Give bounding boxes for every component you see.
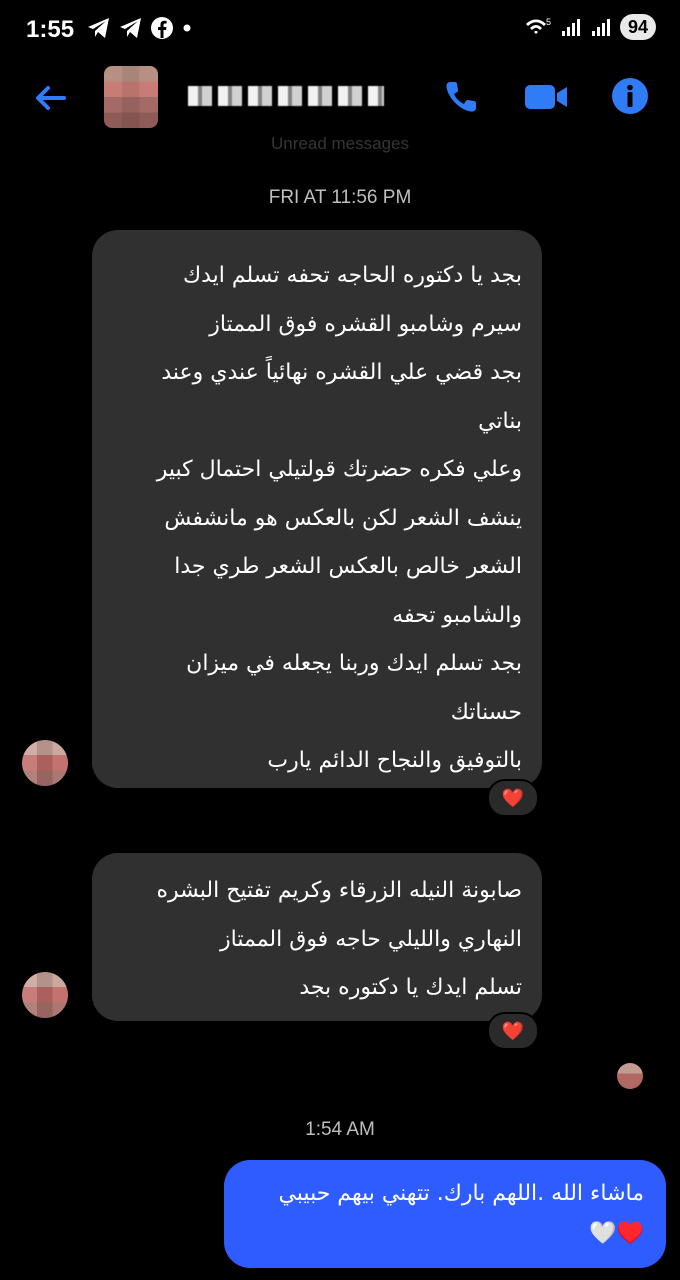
message-line: النهاري والليلي حاجه فوق الممتاز bbox=[220, 926, 522, 952]
notification-icons bbox=[86, 16, 194, 40]
telegram-icon bbox=[88, 18, 109, 38]
network-type-label: 5 bbox=[546, 17, 551, 27]
message-text: ماشاء الله .اللهم بارك. تتهني بيهم حبيبي… bbox=[278, 1174, 644, 1254]
dot-icon bbox=[183, 24, 191, 32]
facebook-icon bbox=[151, 17, 173, 39]
timestamp: FRI AT 11:56 PM bbox=[268, 187, 412, 208]
sender-avatar[interactable] bbox=[22, 740, 68, 786]
video-camera-icon[interactable] bbox=[522, 76, 570, 116]
message-line: ♥️🤍 bbox=[589, 1221, 644, 1246]
signal-icon bbox=[561, 19, 580, 36]
status-time: 1:55 bbox=[26, 16, 75, 43]
telegram-icon bbox=[120, 18, 141, 38]
received-message[interactable]: بجد يا دكتوره الحاجه تحفه تسلم ايدك سيرم … bbox=[92, 230, 542, 788]
system-icons: 5 94 bbox=[524, 14, 656, 40]
signal-icon bbox=[591, 19, 610, 36]
seen-indicator-avatar bbox=[617, 1063, 643, 1089]
info-icon[interactable] bbox=[610, 76, 650, 116]
message-line: بجد قضي علي القشره نهائياً عندي وعند bbox=[161, 360, 522, 385]
reaction-badge[interactable]: ❤️ bbox=[487, 1012, 539, 1050]
message-line: الشعر خالص بالعكس الشعر طري جدا bbox=[174, 554, 522, 579]
message-line: وعلي فكره حضرتك قولتيلي احتمال كبير bbox=[156, 457, 522, 482]
phone-icon[interactable] bbox=[442, 76, 482, 116]
wifi-icon: 5 bbox=[525, 17, 551, 34]
message-line: بالتوفيق والنجاح الدائم يارب bbox=[267, 748, 522, 773]
message-line: والشامبو تحفه bbox=[392, 602, 522, 628]
heart-reaction-icon: ❤️ bbox=[501, 787, 525, 809]
message-text: بجد يا دكتوره الحاجه تحفه تسلم ايدك سيرم … bbox=[157, 252, 522, 786]
sender-avatar[interactable] bbox=[22, 972, 68, 1018]
message-line: حسناتك bbox=[450, 699, 522, 725]
status-bar: 1:55 5 94 bbox=[0, 0, 680, 60]
message-line: تسلم ايدك يا دكتوره بجد bbox=[299, 975, 522, 1000]
contact-name[interactable] bbox=[188, 86, 384, 106]
received-message[interactable]: صابونة النيله الزرقاء وكريم تفتيح البشره… bbox=[92, 853, 542, 1021]
reaction-badge[interactable]: ❤️ bbox=[487, 779, 539, 817]
back-arrow-icon[interactable] bbox=[30, 78, 70, 118]
message-line: ينشف الشعر لكن بالعكس هو مانشفش bbox=[164, 505, 522, 531]
conversation-header bbox=[0, 62, 680, 134]
unread-divider: Unread messages bbox=[271, 134, 409, 153]
message-line: بجد تسلم ايدك وربنا يجعله في ميزان bbox=[186, 651, 522, 676]
battery-level: 94 bbox=[619, 14, 656, 40]
message-line: سيرم وشامبو القشره فوق الممتاز bbox=[209, 311, 522, 337]
contact-avatar[interactable] bbox=[104, 66, 158, 128]
message-line: بجد يا دكتوره الحاجه تحفه تسلم ايدك bbox=[182, 263, 522, 288]
message-line: ماشاء الله .اللهم بارك. تتهني بيهم حبيبي bbox=[278, 1181, 644, 1206]
message-text: صابونة النيله الزرقاء وكريم تفتيح البشره… bbox=[156, 867, 522, 1013]
message-line: صابونة النيله الزرقاء وكريم تفتيح البشره bbox=[156, 878, 522, 903]
message-line: بناتي bbox=[478, 408, 522, 434]
sent-message[interactable]: ماشاء الله .اللهم بارك. تتهني بيهم حبيبي… bbox=[224, 1160, 666, 1268]
heart-reaction-icon: ❤️ bbox=[501, 1020, 525, 1042]
timestamp: 1:54 AM bbox=[305, 1119, 375, 1140]
